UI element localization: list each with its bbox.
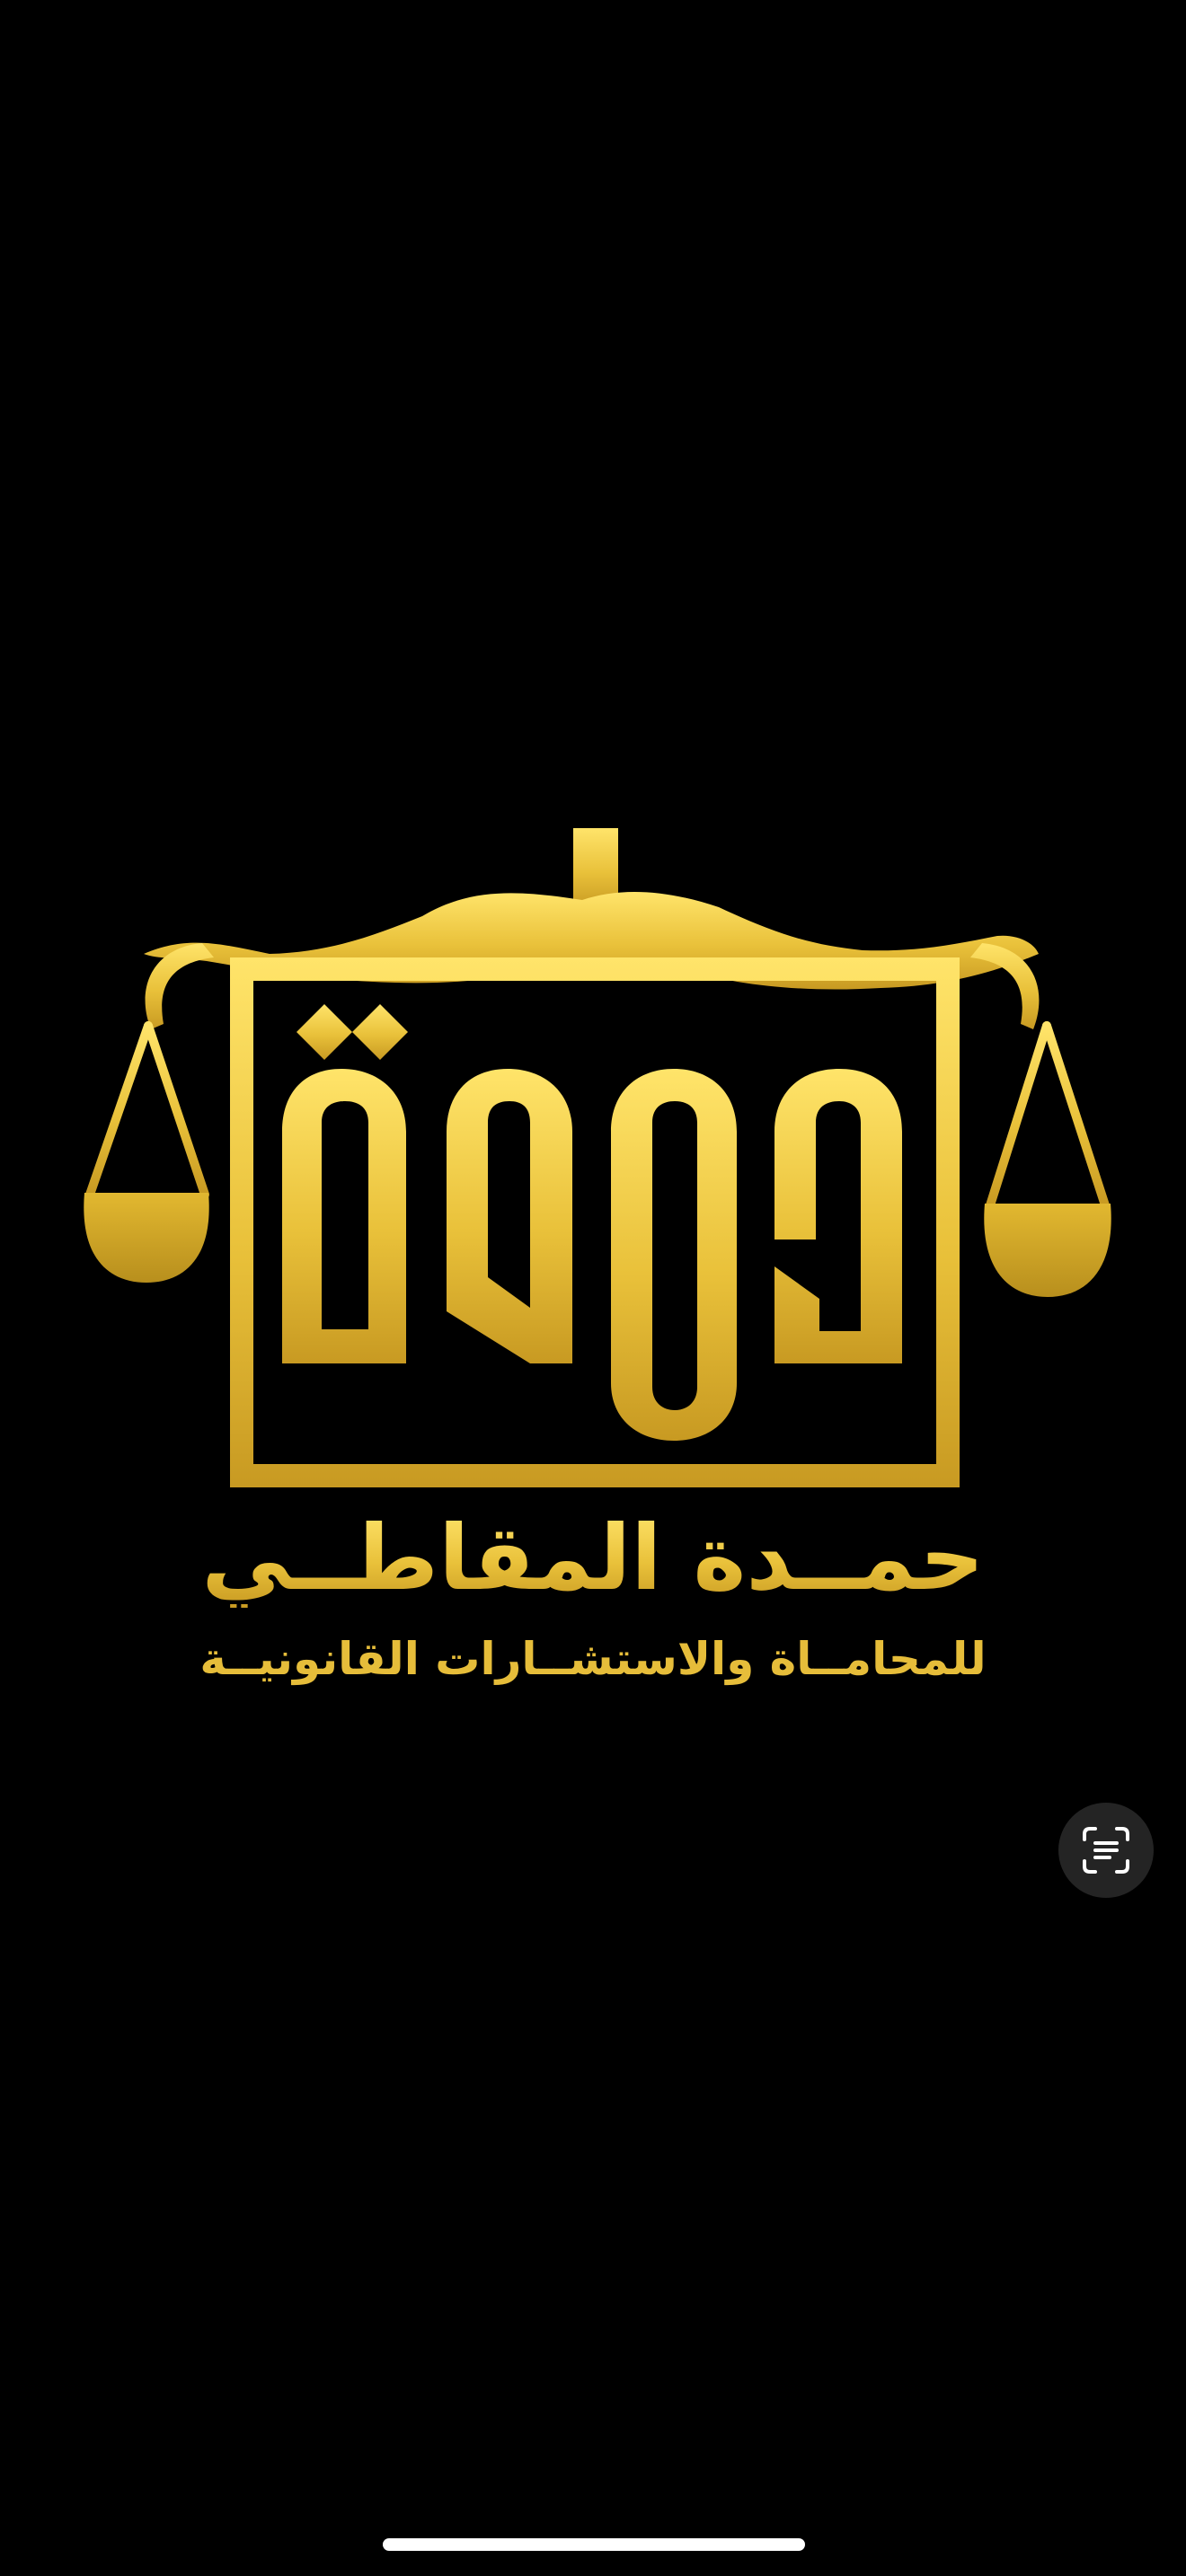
firm-name: حمــدة المقاطــي — [126, 1509, 1060, 1608]
monogram-letters — [282, 1069, 902, 1441]
firm-tagline: للمحامــاة والاستشــارات القانونيــة — [199, 1633, 987, 1685]
live-text-scan-icon — [1083, 1827, 1129, 1874]
right-pan-strings — [986, 1021, 1110, 1210]
right-pan — [984, 1204, 1111, 1297]
left-pan — [84, 1193, 209, 1283]
image-viewer: حمــدة المقاطــي للمحامــاة والاستشــارا… — [0, 0, 1186, 2576]
home-indicator[interactable] — [383, 2538, 805, 2551]
diamond-dot-right — [296, 1004, 352, 1060]
live-text-button[interactable] — [1058, 1803, 1154, 1898]
left-pan-strings — [85, 1021, 209, 1199]
diamond-dot-left — [352, 1004, 408, 1060]
